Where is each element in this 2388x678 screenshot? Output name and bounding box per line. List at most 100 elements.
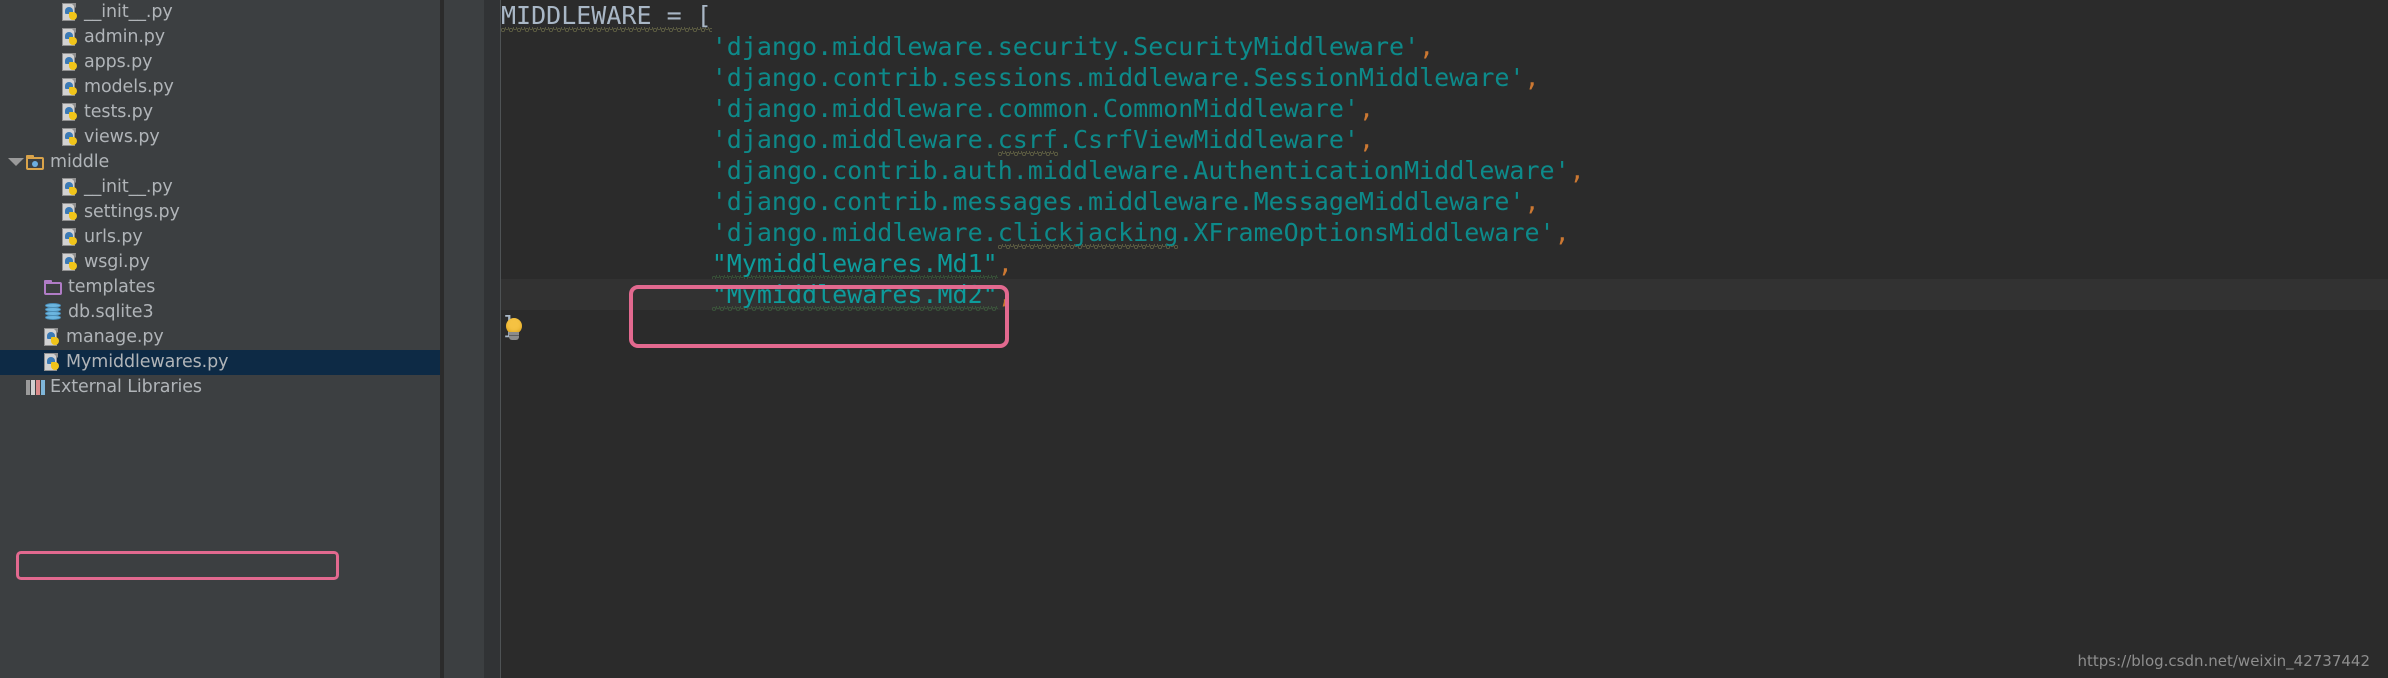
ide-window: __init__.py admin.py apps.py models.py tests… xyxy=(0,0,2388,678)
tree-item-settings-py[interactable]: settings.py xyxy=(0,200,440,225)
watermark-text: https://blog.csdn.net/weixin_42737442 xyxy=(2077,652,2370,670)
python-file-icon xyxy=(62,102,79,123)
code-token: , xyxy=(1524,63,1540,92)
code-line[interactable]: "Mymiddlewares.Md1", xyxy=(501,248,2388,279)
database-icon xyxy=(44,303,63,322)
code-token: 'django.contrib.auth.middleware.Authenti… xyxy=(711,156,1570,185)
code-token: 'django.contrib.messages.middleware.Mess… xyxy=(711,187,1525,216)
tree-item--init-py[interactable]: __init__.py xyxy=(0,0,440,25)
code-token: , xyxy=(1358,94,1374,123)
tree-item-wsgi-py[interactable]: wsgi.py xyxy=(0,250,440,275)
tree-item-manage-py[interactable]: manage.py xyxy=(0,325,440,350)
tree-item-label: views.py xyxy=(84,127,160,147)
python-file-icon xyxy=(62,252,79,273)
editor-gutter-outer xyxy=(444,0,484,678)
tree-item-label: External Libraries xyxy=(50,377,202,397)
folder-purple-icon xyxy=(44,279,63,296)
code-token: .CsrfViewMiddleware' xyxy=(1057,125,1359,154)
code-line[interactable]: 'django.contrib.messages.middleware.Mess… xyxy=(501,186,2388,217)
chevron-down-icon[interactable] xyxy=(8,158,24,166)
lightbulb-base xyxy=(509,332,519,340)
tree-item-templates[interactable]: templates xyxy=(0,275,440,300)
tree-item-label: wsgi.py xyxy=(84,252,150,272)
code-token: 'django.middleware.security.SecurityMidd… xyxy=(711,32,1420,61)
code-token: .XFrameOptionsMiddleware' xyxy=(1178,218,1555,247)
code-line[interactable]: 'django.middleware.security.SecurityMidd… xyxy=(501,31,2388,62)
tree-item-models-py[interactable]: models.py xyxy=(0,75,440,100)
tree-item-label: templates xyxy=(68,277,156,297)
code-token: clickjacking xyxy=(997,218,1179,250)
python-file-icon xyxy=(44,327,61,348)
tree-item-db-sqlite3[interactable]: db.sqlite3 xyxy=(0,300,440,325)
code-line[interactable]: 'django.contrib.sessions.middleware.Sess… xyxy=(501,62,2388,93)
code-token: , xyxy=(1569,156,1585,185)
code-line[interactable]: 'django.middleware.common.CommonMiddlewa… xyxy=(501,93,2388,124)
code-token: , xyxy=(1358,125,1375,154)
tree-item-label: models.py xyxy=(84,77,174,97)
tree-item-mymiddlewares-py[interactable]: Mymiddlewares.py xyxy=(0,350,440,375)
tree-item-views-py[interactable]: views.py xyxy=(0,125,440,150)
code-line-list: MIDDLEWARE = [ 'django.middleware.securi… xyxy=(501,0,2388,341)
tree-item-label: admin.py xyxy=(84,27,166,47)
tree-item-admin-py[interactable]: admin.py xyxy=(0,25,440,50)
tree-item-external-libraries[interactable]: External Libraries xyxy=(0,375,440,400)
code-editor[interactable]: MIDDLEWARE = [ 'django.middleware.securi… xyxy=(501,0,2388,678)
editor-gutter[interactable] xyxy=(484,0,500,678)
code-token: 'django.middleware. xyxy=(711,125,998,154)
tree-item-label: Mymiddlewares.py xyxy=(66,352,229,372)
code-token: "Mymiddlewares.Md2" xyxy=(711,280,998,312)
tree-item-tests-py[interactable]: tests.py xyxy=(0,100,440,125)
code-token: "Mymiddlewares.Md1" xyxy=(711,249,998,281)
python-file-icon xyxy=(62,177,79,198)
tree-item-label: middle xyxy=(50,152,110,172)
libraries-icon xyxy=(26,379,45,396)
python-file-icon xyxy=(62,202,79,223)
tree-item-label: apps.py xyxy=(84,52,153,72)
sidebar-annotation-box xyxy=(16,551,339,580)
code-line[interactable]: 'django.middleware.csrf.CsrfViewMiddlewa… xyxy=(501,124,2388,155)
tree-item-label: settings.py xyxy=(84,202,180,222)
python-file-icon xyxy=(62,127,79,148)
python-file-icon xyxy=(44,352,61,373)
tree-item-label: tests.py xyxy=(84,102,153,122)
lightbulb-icon[interactable] xyxy=(503,318,525,342)
python-file-icon xyxy=(62,227,79,248)
code-line[interactable]: MIDDLEWARE = [ xyxy=(501,0,2388,31)
code-line[interactable]: "Mymiddlewares.Md2", xyxy=(501,279,2388,310)
tree-item-label: __init__.py xyxy=(84,2,173,22)
tree-item-label: __init__.py xyxy=(84,177,173,197)
tree-item-label: urls.py xyxy=(84,227,143,247)
python-file-icon xyxy=(62,27,79,48)
code-token: 'django.contrib.sessions.middleware.Sess… xyxy=(711,63,1525,92)
tree-item-apps-py[interactable]: apps.py xyxy=(0,50,440,75)
code-token: csrf xyxy=(997,125,1058,157)
code-line[interactable]: 'django.contrib.auth.middleware.Authenti… xyxy=(501,155,2388,186)
code-token: , xyxy=(1524,187,1540,216)
python-file-icon xyxy=(62,52,79,73)
code-token: , xyxy=(1554,218,1570,247)
tree-item-middle[interactable]: middle xyxy=(0,150,440,175)
tree-item-urls-py[interactable]: urls.py xyxy=(0,225,440,250)
python-file-icon xyxy=(62,2,79,23)
code-token: MIDDLEWARE = [ xyxy=(501,1,712,33)
code-line[interactable]: 'django.middleware.clickjacking.XFrameOp… xyxy=(501,217,2388,248)
folder-orange-icon xyxy=(26,154,45,171)
project-tree-list: __init__.py admin.py apps.py models.py tests… xyxy=(0,0,440,400)
code-token: 'django.middleware.common.CommonMiddlewa… xyxy=(711,94,1359,123)
tree-item--init-py[interactable]: __init__.py xyxy=(0,175,440,200)
code-token: , xyxy=(997,249,1013,278)
code-token: , xyxy=(1419,32,1435,61)
project-tree-panel[interactable]: __init__.py admin.py apps.py models.py tests… xyxy=(0,0,440,678)
code-line[interactable]: ] xyxy=(501,310,2388,341)
code-token: , xyxy=(997,280,1013,309)
tree-item-label: manage.py xyxy=(66,327,164,347)
